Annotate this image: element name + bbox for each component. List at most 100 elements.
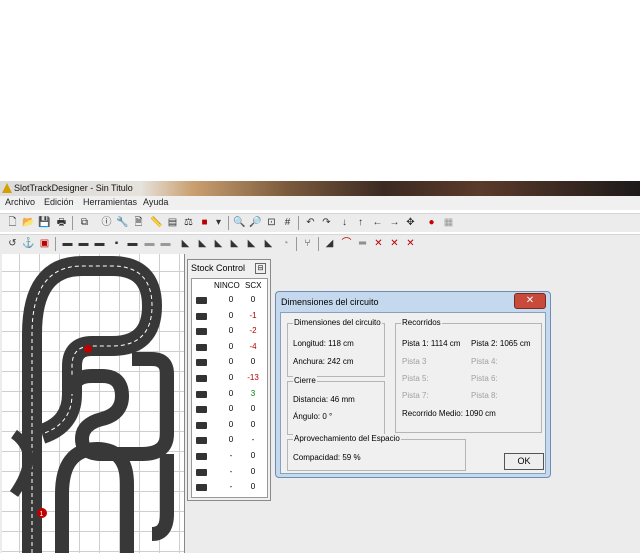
curve-piece-icon[interactable]: ◣ xyxy=(212,237,225,250)
arrow-right-icon[interactable]: → xyxy=(388,216,401,229)
colors-icon[interactable]: ● xyxy=(425,216,438,229)
menu-herramientas[interactable]: Herramientas xyxy=(83,197,137,207)
document-icon[interactable]: 🗎 xyxy=(132,216,145,229)
menu-archivo[interactable]: Archivo xyxy=(5,197,35,207)
pista3-value: Pista 3 xyxy=(402,357,427,366)
scx-count: 0 xyxy=(250,451,256,460)
group-recorridos-label: Recorridos xyxy=(401,318,442,327)
stock-row: 0 -13 xyxy=(192,371,267,387)
print-icon[interactable]: 🖶 xyxy=(55,216,68,229)
distancia-value: Distancia: 46 mm xyxy=(293,395,355,404)
ninco-count: 0 xyxy=(228,341,234,351)
move-icon[interactable]: ✥ xyxy=(404,216,417,229)
short-straight-icon xyxy=(196,343,207,351)
straight-piece-icon xyxy=(196,312,207,320)
save-icon[interactable]: 💾 xyxy=(38,216,51,229)
fork-piece-icon[interactable]: ⑂ xyxy=(301,237,314,250)
close-icon[interactable]: ✕ xyxy=(514,293,546,309)
stock-table: NINCO SCX 0 0 0 -1 0 -2 0 -4 0 0 0 -13 0 3 0 0 0 0 0- -0-0-… xyxy=(191,278,268,498)
compacidad-value: Compacidad: 59 % xyxy=(293,453,361,462)
anchura-value: Anchura: 242 cm xyxy=(293,357,354,366)
ninco-count: 0 xyxy=(228,435,234,445)
zoom-out-icon[interactable]: 🔍 xyxy=(233,216,246,229)
zoom-in-icon[interactable]: 🔎 xyxy=(249,216,262,229)
menu-edicion[interactable]: Edición xyxy=(44,197,74,207)
curve-piece-icon[interactable]: ◣ xyxy=(196,237,209,250)
curve-piece-icon[interactable]: ◣ xyxy=(179,237,192,250)
info-icon[interactable]: ⓘ xyxy=(100,216,113,229)
scx-count: -1 xyxy=(249,310,257,320)
ninco-count: 0 xyxy=(228,295,234,304)
ninco-count: - xyxy=(229,482,233,492)
main-toolbar: 🗋 📂 💾 🖶 ⧉ ⓘ 🔧 🗎 📏 ▤ ⚖ ■ ▾ 🔍 🔎 ⊡ # ↶ ↷ ↓ … xyxy=(0,213,640,232)
stock-row: -0 xyxy=(192,465,267,481)
toolbar-separator xyxy=(298,216,299,230)
stock-row: -0 xyxy=(192,480,267,496)
curve-disabled-icon[interactable]: ◔ xyxy=(279,237,292,250)
straight-piece-icon[interactable]: ▬ xyxy=(126,237,139,250)
track-path xyxy=(151,454,174,541)
arrow-down-icon[interactable]: ↓ xyxy=(338,216,351,229)
scx-count: 0 xyxy=(250,482,256,492)
curve-piece-icon[interactable]: ◣ xyxy=(228,237,241,250)
straight-piece-icon[interactable]: ▬ xyxy=(61,237,74,250)
crossing-piece-icon[interactable]: ▣ xyxy=(38,237,51,250)
start-marker-label: 1 xyxy=(40,511,44,518)
curve-piece-icon xyxy=(196,437,207,445)
open-folder-icon[interactable]: 📂 xyxy=(22,216,35,229)
pista1-value: Pista 1: 1114 cm xyxy=(402,339,461,348)
menu-ayuda[interactable]: Ayuda xyxy=(143,197,168,207)
copy-icon[interactable]: ⧉ xyxy=(78,216,91,229)
curve-piece-icon[interactable]: ◣ xyxy=(262,237,275,250)
balance-icon[interactable]: ⚖ xyxy=(182,216,195,229)
anchor-icon[interactable]: ⚓ xyxy=(22,237,35,250)
curve-piece-icon[interactable]: ◣ xyxy=(245,237,258,250)
wrench-icon[interactable]: 🔧 xyxy=(116,216,129,229)
selection-marker xyxy=(84,345,92,353)
arrow-up-icon[interactable]: ↑ xyxy=(354,216,367,229)
crossing-piece-icon xyxy=(196,359,207,367)
longitud-value: Longitud: 118 cm xyxy=(293,339,354,348)
ruler-icon[interactable]: 📏 xyxy=(150,216,163,229)
column-scx: SCX xyxy=(245,281,262,290)
short-straight-icon[interactable]: ▪ xyxy=(110,237,123,250)
border-curve-icon[interactable]: ⌒ xyxy=(340,237,353,250)
grid-icon[interactable]: # xyxy=(281,216,294,229)
straight-disabled-icon[interactable]: ▬ xyxy=(143,237,156,250)
delete-piece-icon[interactable]: ✕ xyxy=(388,237,401,250)
undo-icon[interactable]: ↺ xyxy=(6,237,19,250)
special-piece-icon xyxy=(196,453,207,460)
toolbar-separator xyxy=(296,237,297,251)
arrow-left-icon[interactable]: ← xyxy=(371,216,384,229)
chevron-down-icon[interactable]: ▾ xyxy=(212,216,225,229)
zoom-fit-icon[interactable]: ⊡ xyxy=(265,216,278,229)
rotate-left-icon[interactable]: ↶ xyxy=(304,216,317,229)
track-canvas[interactable]: 1 xyxy=(2,254,185,553)
new-file-icon[interactable]: 🗋 xyxy=(6,216,19,229)
ninco-count: 0 xyxy=(228,357,234,367)
app-warning-icon xyxy=(2,183,12,193)
disabled-tool-icon[interactable]: ▦ xyxy=(442,216,455,229)
stock-row: 00 xyxy=(192,355,267,371)
straight-disabled-icon[interactable]: ▬ xyxy=(159,237,172,250)
straight-piece-icon[interactable]: ▬ xyxy=(77,237,90,250)
angulo-value: Ángulo: 0 ° xyxy=(293,412,333,421)
group-dimensions: Dimensiones del circuito Longitud: 118 c… xyxy=(287,318,385,377)
scx-count: 3 xyxy=(250,388,256,398)
rotate-right-icon[interactable]: ↷ xyxy=(320,216,333,229)
ok-button[interactable]: OK xyxy=(504,453,544,470)
stock-row: 00 xyxy=(192,418,267,434)
stock-row: 0 -1 xyxy=(192,309,267,325)
delete-x-icon[interactable]: ✕ xyxy=(372,237,385,250)
ninco-count: - xyxy=(229,466,233,476)
toolbar-separator xyxy=(228,216,229,230)
track-drawing: 1 xyxy=(9,256,174,553)
border-piece-icon[interactable]: ◢ xyxy=(323,237,336,250)
stack-icon[interactable]: ▤ xyxy=(166,216,179,229)
delete-all-icon[interactable]: ✕ xyxy=(404,237,417,250)
border-straight-icon[interactable]: ═ xyxy=(356,237,369,250)
panel-close-icon[interactable]: ⊟ xyxy=(255,263,266,274)
color-picker-icon[interactable]: ■ xyxy=(198,216,211,229)
straight-piece-icon[interactable]: ▬ xyxy=(93,237,106,250)
title-bar: SlotTrackDesigner - Sin Titulo xyxy=(0,181,640,196)
